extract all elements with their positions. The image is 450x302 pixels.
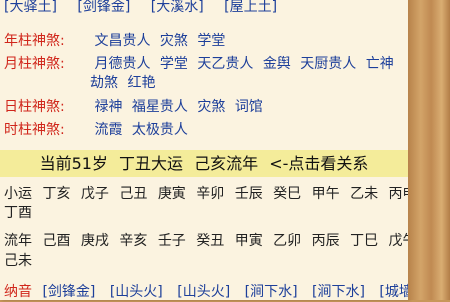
year-pillar-shensha: 年柱神煞: 文昌贵人 灾煞 学堂 (0, 32, 230, 51)
xiaoyun-item[interactable]: 丁亥 (42, 186, 70, 202)
shensha-item: 天乙贵人 (197, 56, 254, 72)
nayin-item: [剑锋金] (42, 284, 96, 300)
nayin-year: [大驿土] (4, 0, 57, 15)
liunian-item[interactable]: 乙卯 (273, 233, 301, 249)
liunian-item[interactable]: 癸丑 (196, 233, 224, 249)
xiaoyun-item[interactable]: 戊子 (81, 186, 109, 202)
nayin-item: [山头火] (109, 284, 163, 300)
xiaoyun-item[interactable]: 丁酉 (4, 205, 32, 221)
current-age: 当前51岁 (39, 154, 108, 173)
liunian-item[interactable]: 己未 (4, 253, 32, 269)
shensha-item: 天厨贵人 (300, 56, 357, 72)
nayin-item: [山头火] (177, 284, 231, 300)
nayin-item: [涧下水] (312, 284, 365, 300)
shensha-item: 灾煞 (159, 33, 188, 49)
shensha-item: 词馆 (234, 99, 263, 115)
xiaoyun-item[interactable]: 壬辰 (235, 186, 263, 202)
current-luck-bar[interactable]: 当前51岁 丁丑大运 己亥流年 <-点击看关系 (0, 150, 408, 177)
liunian-row: 流年 己酉 庚戌 辛亥 壬子 癸丑 甲寅 乙卯 丙辰 丁巳 戊午 (4, 231, 423, 251)
liunian-item[interactable]: 壬子 (158, 233, 186, 249)
shensha-item: 灾煞 (197, 99, 226, 115)
liunian-item[interactable]: 庚戌 (81, 233, 109, 249)
shensha-item: 学堂 (197, 33, 226, 49)
shensha-item: 流霞 (94, 122, 123, 138)
wood-texture-background (408, 0, 450, 300)
xiaoyun-item[interactable]: 辛卯 (196, 186, 224, 202)
month-pillar-shensha: 月柱神煞: 月德贵人 学堂 天乙贵人 金舆 天厨贵人 亡神 (0, 55, 399, 74)
hour-shensha-label: 时柱神煞: (4, 122, 65, 138)
shensha-item: 亡神 (365, 56, 394, 72)
xiaoyun-label: 小运 (4, 186, 32, 202)
liunian-item[interactable]: 丙辰 (312, 233, 340, 249)
current-dayun: 丁丑大运 (119, 154, 184, 173)
shensha-item: 月德贵人 (94, 56, 151, 72)
shensha-item: 学堂 (159, 56, 188, 72)
shensha-item: 金舆 (262, 56, 291, 72)
xiaoyun-item[interactable]: 甲午 (312, 186, 340, 202)
view-relations-link[interactable]: <-点击看关系 (269, 154, 368, 173)
liunian-item[interactable]: 甲寅 (235, 233, 263, 249)
liunian-item[interactable]: 辛亥 (119, 233, 147, 249)
month-pillar-shensha-cont: 劫煞 红艳 (90, 74, 160, 93)
liunian-label: 流年 (4, 233, 32, 249)
month-shensha-label: 月柱神煞: (4, 56, 65, 72)
xiaoyun-item[interactable]: 乙未 (350, 186, 378, 202)
content-panel: [大驿土] [剑锋金] [大溪水] [屋上土] 年柱神煞: 文昌贵人 灾煞 学堂… (0, 0, 432, 300)
pillar-nayin-row: [大驿土] [剑锋金] [大溪水] [屋上土] (4, 0, 293, 17)
shensha-item: 福星贵人 (131, 99, 188, 115)
liunian-row-cont: 己未 (4, 251, 38, 271)
xiaoyun-item[interactable]: 癸巳 (273, 186, 301, 202)
shensha-item: 红艳 (127, 75, 156, 91)
shensha-item: 禄神 (94, 99, 123, 115)
shensha-item: 文昌贵人 (94, 33, 151, 49)
year-shensha-label: 年柱神煞: (4, 33, 65, 49)
current-liunian: 己亥流年 (194, 154, 259, 173)
nayin-row: 纳音 [剑锋金] [山头火] [山头火] [涧下水] [涧下水] [城墙土] (4, 283, 442, 302)
shensha-item: 太极贵人 (131, 122, 188, 138)
nayin-label: 纳音 (4, 284, 32, 300)
hour-pillar-shensha: 时柱神煞: 流霞 太极贵人 (0, 121, 193, 140)
bazi-screen: [大驿土] [剑锋金] [大溪水] [屋上土] 年柱神煞: 文昌贵人 灾煞 学堂… (0, 0, 450, 300)
liunian-item[interactable]: 丁巳 (350, 233, 378, 249)
day-shensha-label: 日柱神煞: (4, 99, 65, 115)
nayin-day: [大溪水] (150, 0, 204, 15)
nayin-item: [涧下水] (244, 284, 298, 300)
xiaoyun-row-cont: 丁酉 (4, 203, 38, 223)
nayin-hour: [屋上土] (224, 0, 278, 15)
liunian-item[interactable]: 己酉 (42, 233, 70, 249)
xiaoyun-row: 小运 丁亥 戊子 己丑 庚寅 辛卯 壬辰 癸巳 甲午 乙未 丙申 (4, 184, 423, 204)
xiaoyun-item[interactable]: 庚寅 (158, 186, 186, 202)
day-pillar-shensha: 日柱神煞: 禄神 福星贵人 灾煞 词馆 (0, 98, 268, 117)
nayin-month: [剑锋金] (77, 0, 131, 15)
xiaoyun-item[interactable]: 己丑 (119, 186, 147, 202)
shensha-item: 劫煞 (90, 75, 118, 91)
